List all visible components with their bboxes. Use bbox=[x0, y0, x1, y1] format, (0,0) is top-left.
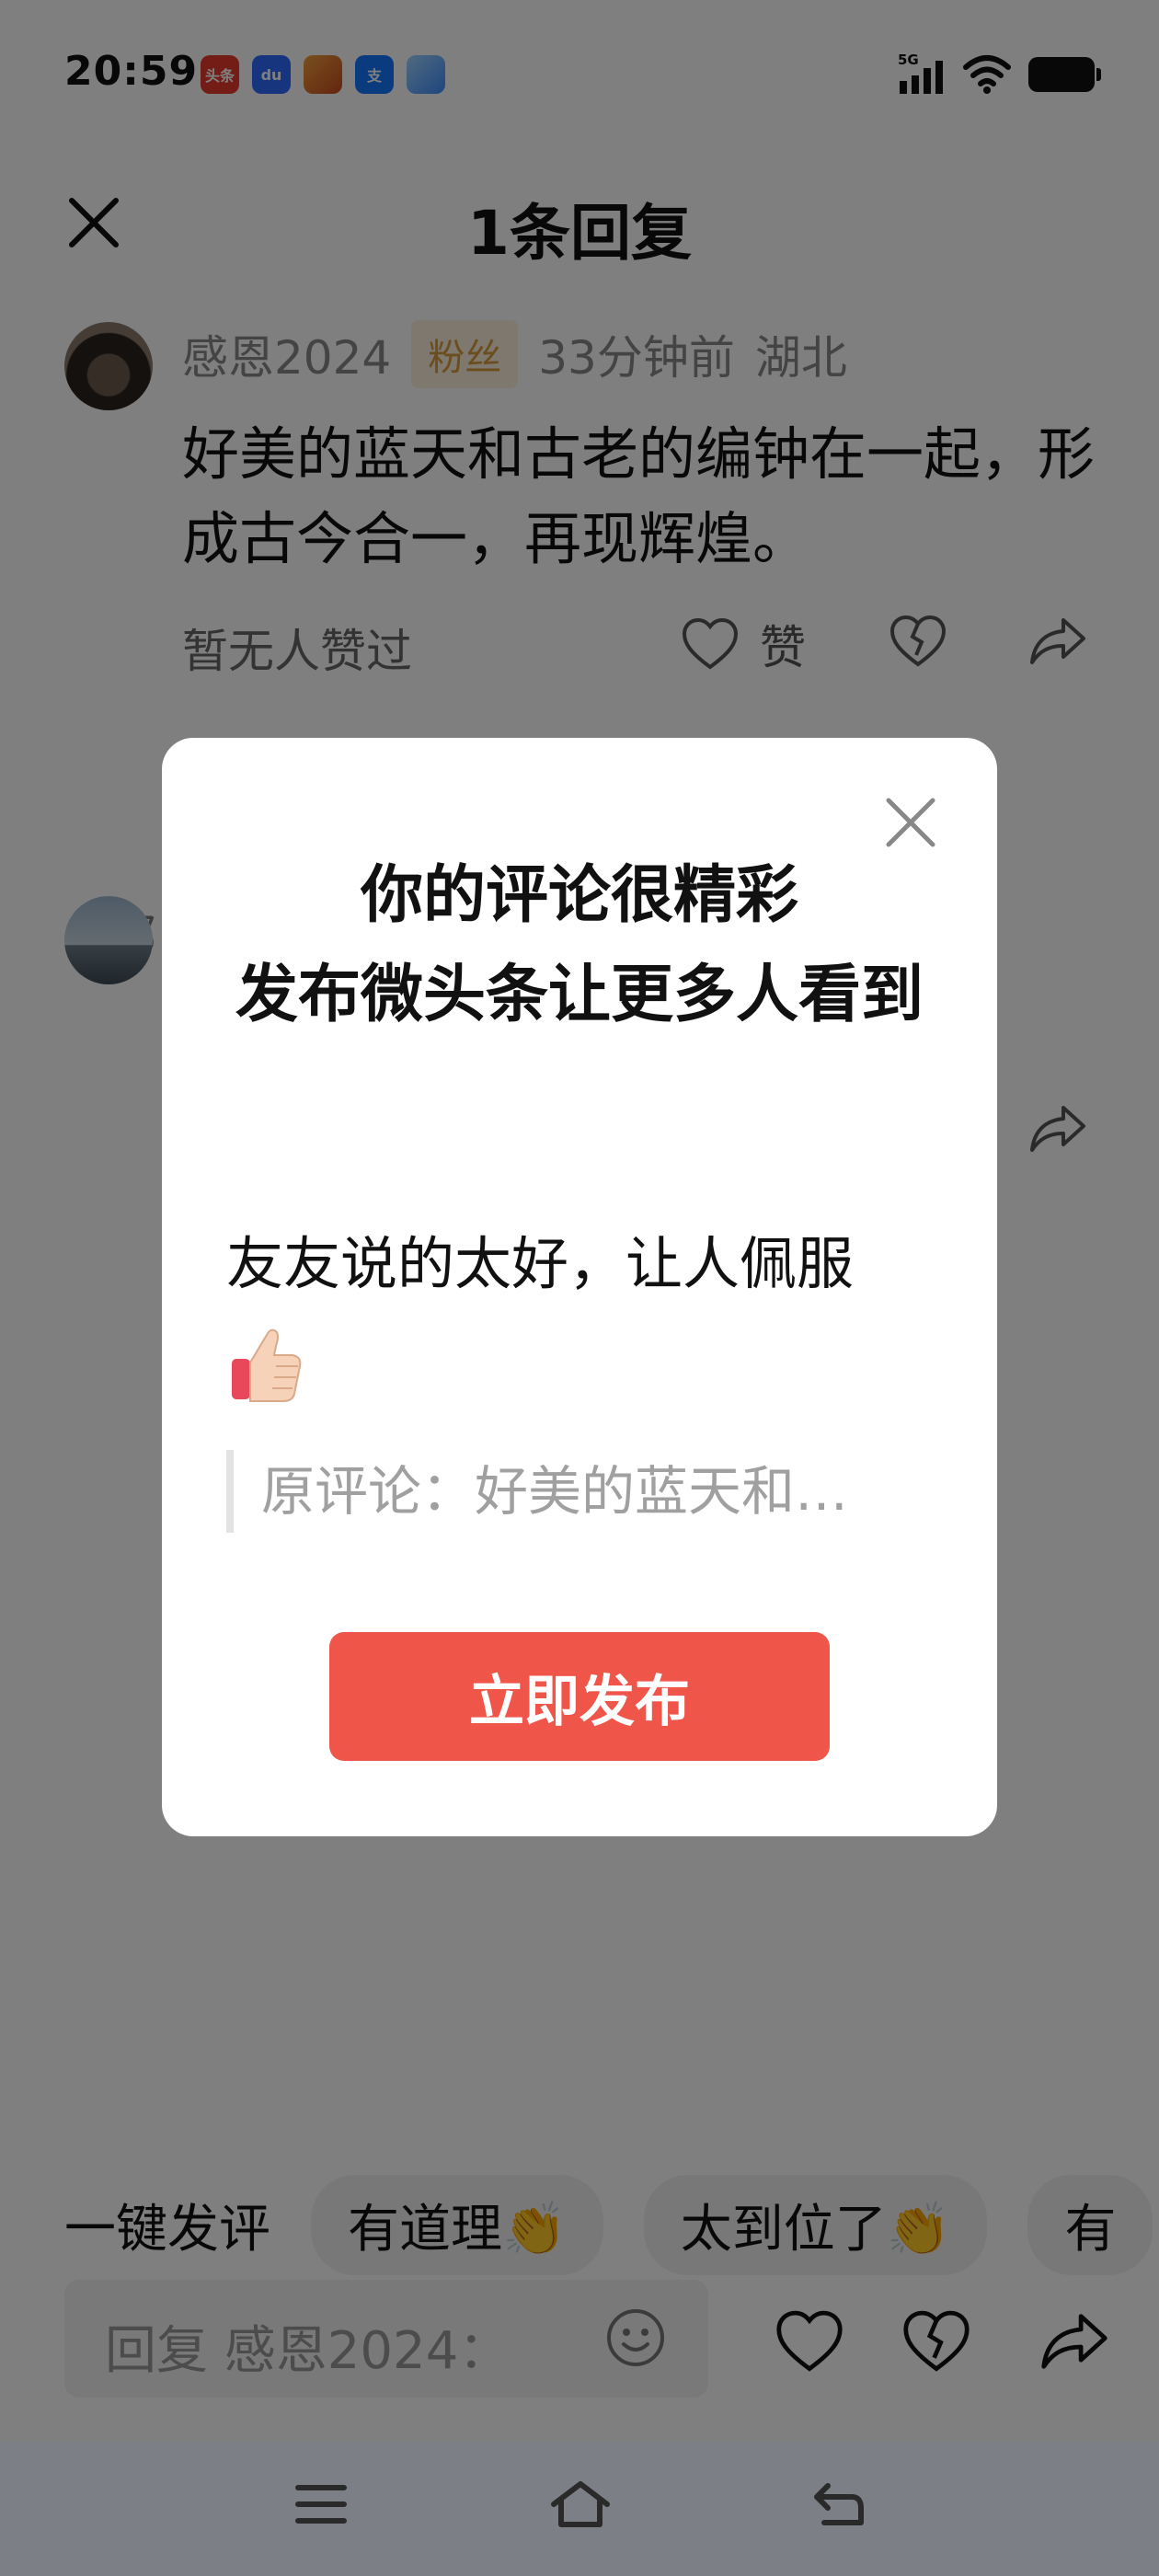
menu-icon[interactable] bbox=[293, 2478, 350, 2530]
home-icon[interactable] bbox=[548, 2478, 613, 2530]
close-icon[interactable] bbox=[883, 795, 938, 850]
back-icon[interactable] bbox=[809, 2478, 866, 2530]
dialog-title: 你的评论很精彩 发布微头条让更多人看到 bbox=[199, 846, 960, 1045]
dialog-comment-text: 友友说的太好，让人佩服 bbox=[226, 1216, 925, 1408]
dialog-title-line1: 你的评论很精彩 bbox=[360, 859, 798, 932]
original-comment-quote: 原评论：好美的蓝天和… bbox=[226, 1450, 925, 1533]
publish-button[interactable]: 立即发布 bbox=[329, 1632, 830, 1761]
system-nav-bar bbox=[0, 2442, 1159, 2576]
thumbs-up-icon bbox=[232, 1328, 302, 1402]
dialog-title-line2: 发布微头条让更多人看到 bbox=[235, 959, 924, 1031]
publish-dialog: 你的评论很精彩 发布微头条让更多人看到 友友说的太好，让人佩服 原评论：好美的蓝… bbox=[162, 738, 997, 1836]
dialog-comment-body: 友友说的太好，让人佩服 bbox=[226, 1230, 855, 1297]
